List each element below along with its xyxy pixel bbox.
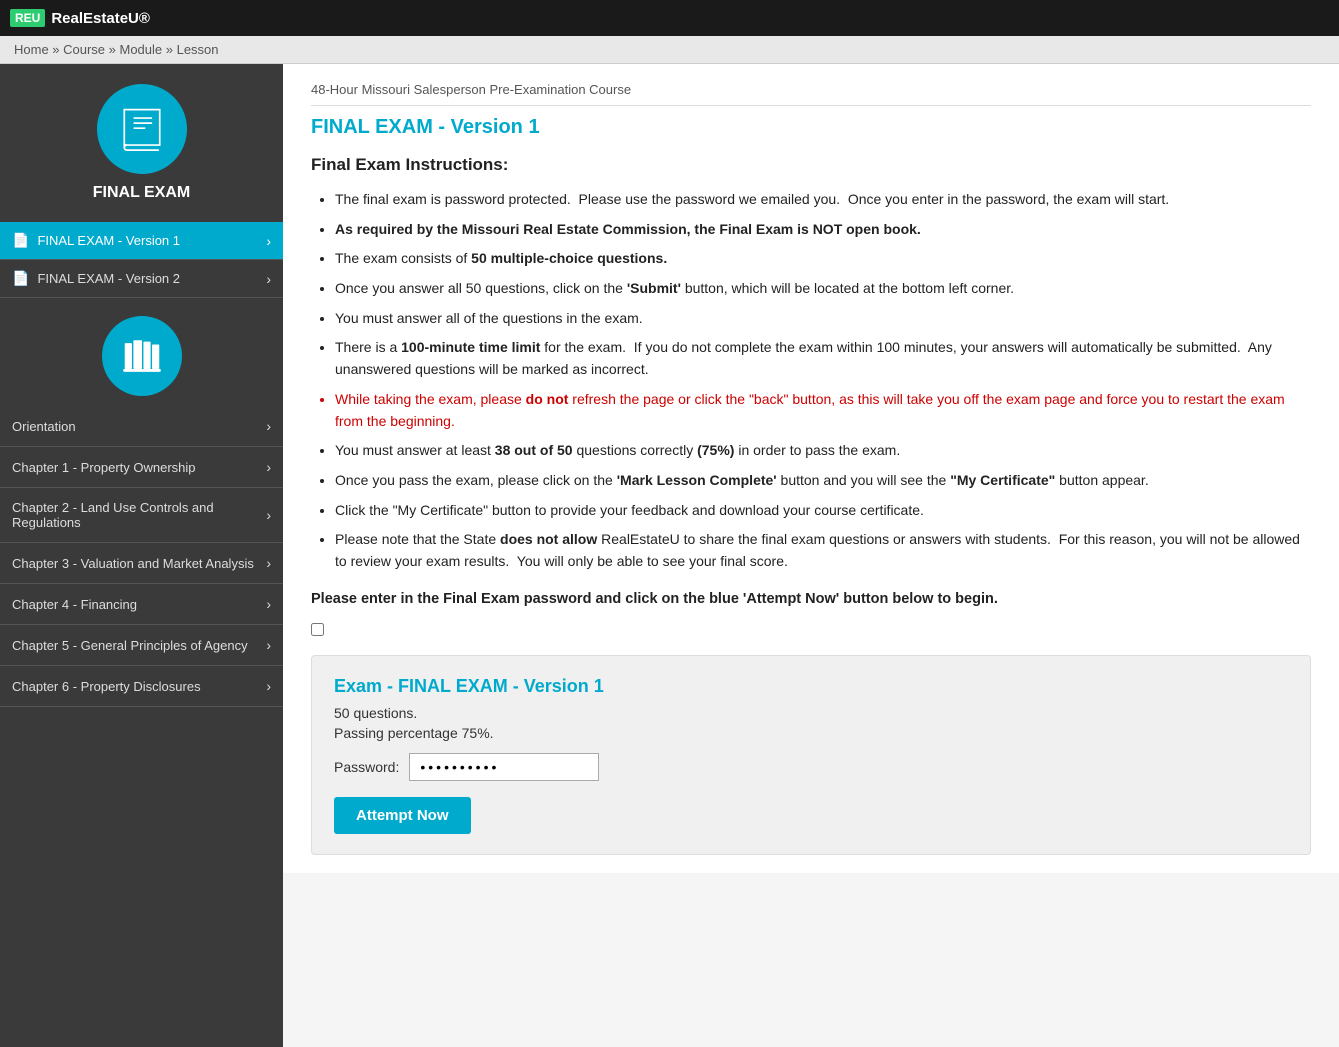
chapters-icon-area xyxy=(0,298,283,406)
password-row: Password: xyxy=(334,753,1288,781)
instruction-3: The exam consists of 50 multiple-choice … xyxy=(335,248,1311,270)
exam-item-icon-2: 📄 xyxy=(12,270,29,287)
instruction-5: You must answer all of the questions in … xyxy=(335,308,1311,330)
sidebar-chapter-label: Chapter 3 - Valuation and Market Analysi… xyxy=(12,556,254,571)
password-input[interactable] xyxy=(409,753,599,781)
attempt-now-button[interactable]: Attempt Now xyxy=(334,797,471,834)
chevron-right-icon-2: › xyxy=(266,271,271,287)
instructions-list: The final exam is password protected. Pl… xyxy=(311,189,1311,573)
sidebar-chapter-label: Chapter 2 - Land Use Controls and Regula… xyxy=(12,500,266,530)
instructions-heading: Final Exam Instructions: xyxy=(311,155,1311,175)
chevron-right-icon: › xyxy=(266,678,271,694)
sidebar-item-orientation[interactable]: Orientation › xyxy=(0,406,283,447)
exam-passing-info: Passing percentage 75%. xyxy=(334,725,1288,741)
sidebar-item-label: FINAL EXAM - Version 1 xyxy=(37,233,180,248)
instruction-1: The final exam is password protected. Pl… xyxy=(335,189,1311,211)
sidebar-exam-title: FINAL EXAM xyxy=(93,184,190,202)
book-icon xyxy=(115,102,169,156)
breadcrumb: Home » Course » Module » Lesson xyxy=(0,36,1339,64)
password-instruction: Please enter in the Final Exam password … xyxy=(311,591,1311,607)
logo-text: RealEstateU® xyxy=(51,10,150,27)
main-layout: FINAL EXAM 📄 FINAL EXAM - Version 1 › 📄 … xyxy=(0,64,1339,1047)
exam-item-icon: 📄 xyxy=(12,232,29,249)
sidebar-chapter-label: Chapter 4 - Financing xyxy=(12,597,137,612)
sidebar-icon-area: FINAL EXAM xyxy=(0,64,283,222)
sidebar-item-label-2: FINAL EXAM - Version 2 xyxy=(37,271,180,286)
chevron-right-icon: › xyxy=(266,459,271,475)
content-area: 48-Hour Missouri Salesperson Pre-Examina… xyxy=(283,64,1339,1047)
sidebar-item-final-exam-v1[interactable]: 📄 FINAL EXAM - Version 1 › xyxy=(0,222,283,260)
sidebar-item-final-exam-v2[interactable]: 📄 FINAL EXAM - Version 2 › xyxy=(0,260,283,298)
books-icon xyxy=(119,333,165,379)
sidebar-item-chapter6[interactable]: Chapter 6 - Property Disclosures › xyxy=(0,666,283,707)
sidebar: FINAL EXAM 📄 FINAL EXAM - Version 1 › 📄 … xyxy=(0,64,283,1047)
instruction-10: Click the "My Certificate" button to pro… xyxy=(335,500,1311,522)
sidebar-item-chapter4[interactable]: Chapter 4 - Financing › xyxy=(0,584,283,625)
sidebar-item-chapter1[interactable]: Chapter 1 - Property Ownership › xyxy=(0,447,283,488)
sidebar-item-chapter2[interactable]: Chapter 2 - Land Use Controls and Regula… xyxy=(0,488,283,543)
instruction-7-warning: While taking the exam, please do not ref… xyxy=(335,389,1311,432)
sidebar-chapter-label: Chapter 6 - Property Disclosures xyxy=(12,679,201,694)
sidebar-item-chapter3[interactable]: Chapter 3 - Valuation and Market Analysi… xyxy=(0,543,283,584)
chevron-right-icon: › xyxy=(266,418,271,434)
chevron-right-icon: › xyxy=(266,596,271,612)
sidebar-chapter-label: Chapter 5 - General Principles of Agency xyxy=(12,638,248,653)
chevron-right-icon: › xyxy=(266,233,271,249)
exam-box-title: Exam - FINAL EXAM - Version 1 xyxy=(334,676,1288,697)
sidebar-item-chapter5[interactable]: Chapter 5 - General Principles of Agency… xyxy=(0,625,283,666)
instruction-6: There is a 100-minute time limit for the… xyxy=(335,337,1311,380)
instruction-11: Please note that the State does not allo… xyxy=(335,529,1311,572)
chevron-right-icon: › xyxy=(266,507,271,523)
topbar: REU RealEstateU® xyxy=(0,0,1339,36)
instruction-2: As required by the Missouri Real Estate … xyxy=(335,219,1311,241)
logo-badge: REU xyxy=(10,9,45,27)
content-inner: 48-Hour Missouri Salesperson Pre-Examina… xyxy=(283,64,1339,873)
books-icon-circle xyxy=(102,316,182,396)
checkbox-area[interactable] xyxy=(311,623,1311,639)
instruction-4: Once you answer all 50 questions, click … xyxy=(335,278,1311,300)
chevron-right-icon: › xyxy=(266,555,271,571)
exam-title: FINAL EXAM - Version 1 xyxy=(311,116,1311,139)
book-icon-circle xyxy=(97,84,187,174)
exam-questions-info: 50 questions. xyxy=(334,705,1288,721)
sidebar-chapter-label: Orientation xyxy=(12,419,76,434)
chevron-right-icon: › xyxy=(266,637,271,653)
sidebar-chapter-label: Chapter 1 - Property Ownership xyxy=(12,460,196,475)
instruction-9: Once you pass the exam, please click on … xyxy=(335,470,1311,492)
password-label: Password: xyxy=(334,759,399,775)
exam-box: Exam - FINAL EXAM - Version 1 50 questio… xyxy=(311,655,1311,855)
instruction-8: You must answer at least 38 out of 50 qu… xyxy=(335,440,1311,462)
course-subtitle: 48-Hour Missouri Salesperson Pre-Examina… xyxy=(311,82,1311,106)
terms-checkbox[interactable] xyxy=(311,623,324,636)
